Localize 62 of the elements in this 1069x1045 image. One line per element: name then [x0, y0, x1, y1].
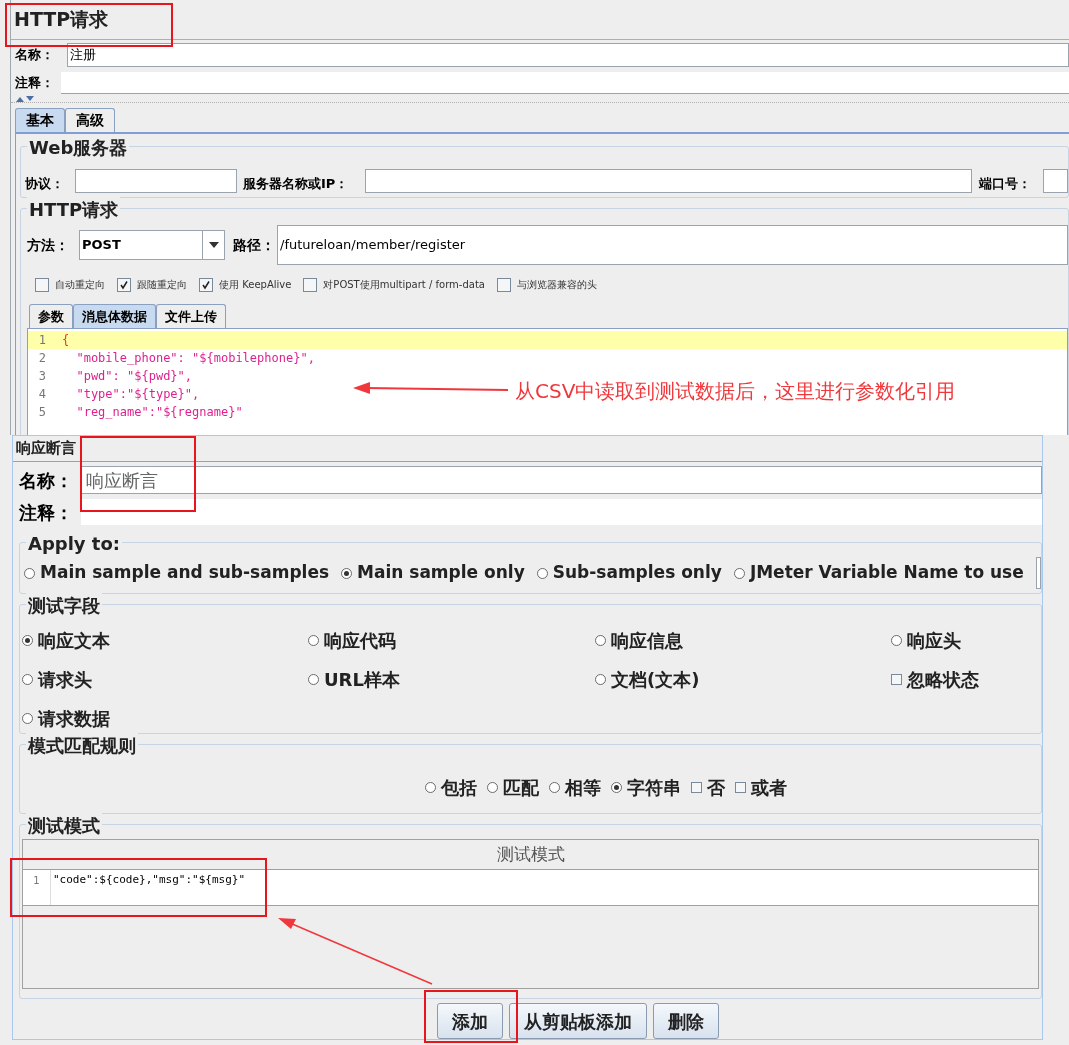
option-label: 包括 — [440, 775, 477, 800]
option-label: 跟随重定向 — [137, 278, 187, 292]
action-button[interactable]: 添加 — [437, 1003, 503, 1039]
column-header: 测试模式 — [496, 842, 565, 866]
code-line: "type":"${type}", — [75, 386, 200, 403]
field-label: 路径： — [233, 235, 276, 255]
code-line: "mobile_phone": "${mobilephone}", — [75, 350, 315, 367]
tab[interactable]: 消息体数据 — [73, 304, 156, 328]
option-label: 使用 KeepAlive — [219, 278, 292, 292]
field-label: 端口号： — [979, 174, 1032, 193]
field-label: 注释： — [15, 74, 55, 93]
option-label: 或者 — [750, 775, 787, 800]
option-label: Main sample and sub-samples — [40, 561, 330, 585]
option-label: 响应文本 — [38, 629, 110, 653]
option-label: 请求数据 — [38, 707, 110, 731]
line-number: 5 — [37, 404, 46, 421]
annotation-text: 从CSV中读取到测试数据后，这里进行参数化引用 — [515, 378, 956, 405]
panel-title: 响应断言 — [16, 438, 76, 460]
panel-title: HTTP请求 — [14, 7, 109, 33]
tab[interactable]: 文件上传 — [156, 304, 226, 328]
method-dropdown[interactable]: POST — [79, 230, 225, 260]
option-label: 自动重定向 — [55, 278, 105, 292]
line-number: 2 — [37, 350, 46, 367]
code-line: "reg_name":"${regname}" — [75, 404, 243, 421]
line-number: 4 — [37, 386, 46, 403]
option-label: 匹配 — [502, 775, 539, 800]
path-field[interactable]: /futureloan/member/register — [277, 225, 1068, 265]
pattern-row[interactable]: 1 "code":${code},"msg":"${msg}" — [23, 870, 1038, 906]
option-label: URL样本 — [324, 668, 400, 692]
name-field[interactable]: 注册 — [67, 43, 1069, 67]
option-label: 响应头 — [907, 629, 961, 653]
action-button[interactable]: 从剪贴板添加 — [509, 1003, 647, 1039]
tab[interactable]: 高级 — [65, 108, 115, 132]
option-label: 忽略状态 — [907, 668, 979, 692]
option-label: 否 — [706, 775, 725, 800]
option-label: 对POST使用multipart / form-data — [323, 278, 485, 292]
option-label: 响应信息 — [611, 629, 683, 653]
pattern-text: "code":${code},"msg":"${msg}" — [52, 872, 246, 888]
option-label: 与浏览器兼容的头 — [516, 278, 597, 292]
option-label: 相等 — [564, 775, 601, 800]
tab[interactable]: 参数 — [29, 304, 73, 328]
option-label: 响应代码 — [324, 629, 396, 653]
action-button[interactable]: 删除 — [653, 1003, 719, 1039]
tab[interactable]: 基本 — [15, 108, 65, 132]
line-number: 3 — [37, 368, 46, 385]
field-label: 注释： — [19, 500, 74, 525]
option-label: JMeter Variable Name to use — [749, 561, 1024, 585]
option-label: 请求头 — [38, 668, 92, 692]
name-field[interactable]: 响应断言 — [81, 466, 1042, 494]
field-label: 名称： — [15, 46, 55, 65]
option-label: 字符串 — [626, 775, 681, 800]
code-line: { — [61, 332, 70, 349]
line-number: 1 — [23, 870, 51, 905]
code-line: "pwd": "${pwd}", — [75, 368, 193, 385]
field-label: 方法： — [27, 235, 70, 255]
field-label: 服务器名称或IP： — [243, 174, 350, 193]
line-number: 1 — [37, 332, 46, 349]
option-label: 文档(文本) — [611, 668, 700, 692]
option-label: Main sample only — [357, 561, 525, 585]
field-label: 名称： — [19, 468, 74, 493]
field-label: 协议： — [25, 174, 65, 193]
option-label: Sub-samples only — [552, 561, 722, 585]
